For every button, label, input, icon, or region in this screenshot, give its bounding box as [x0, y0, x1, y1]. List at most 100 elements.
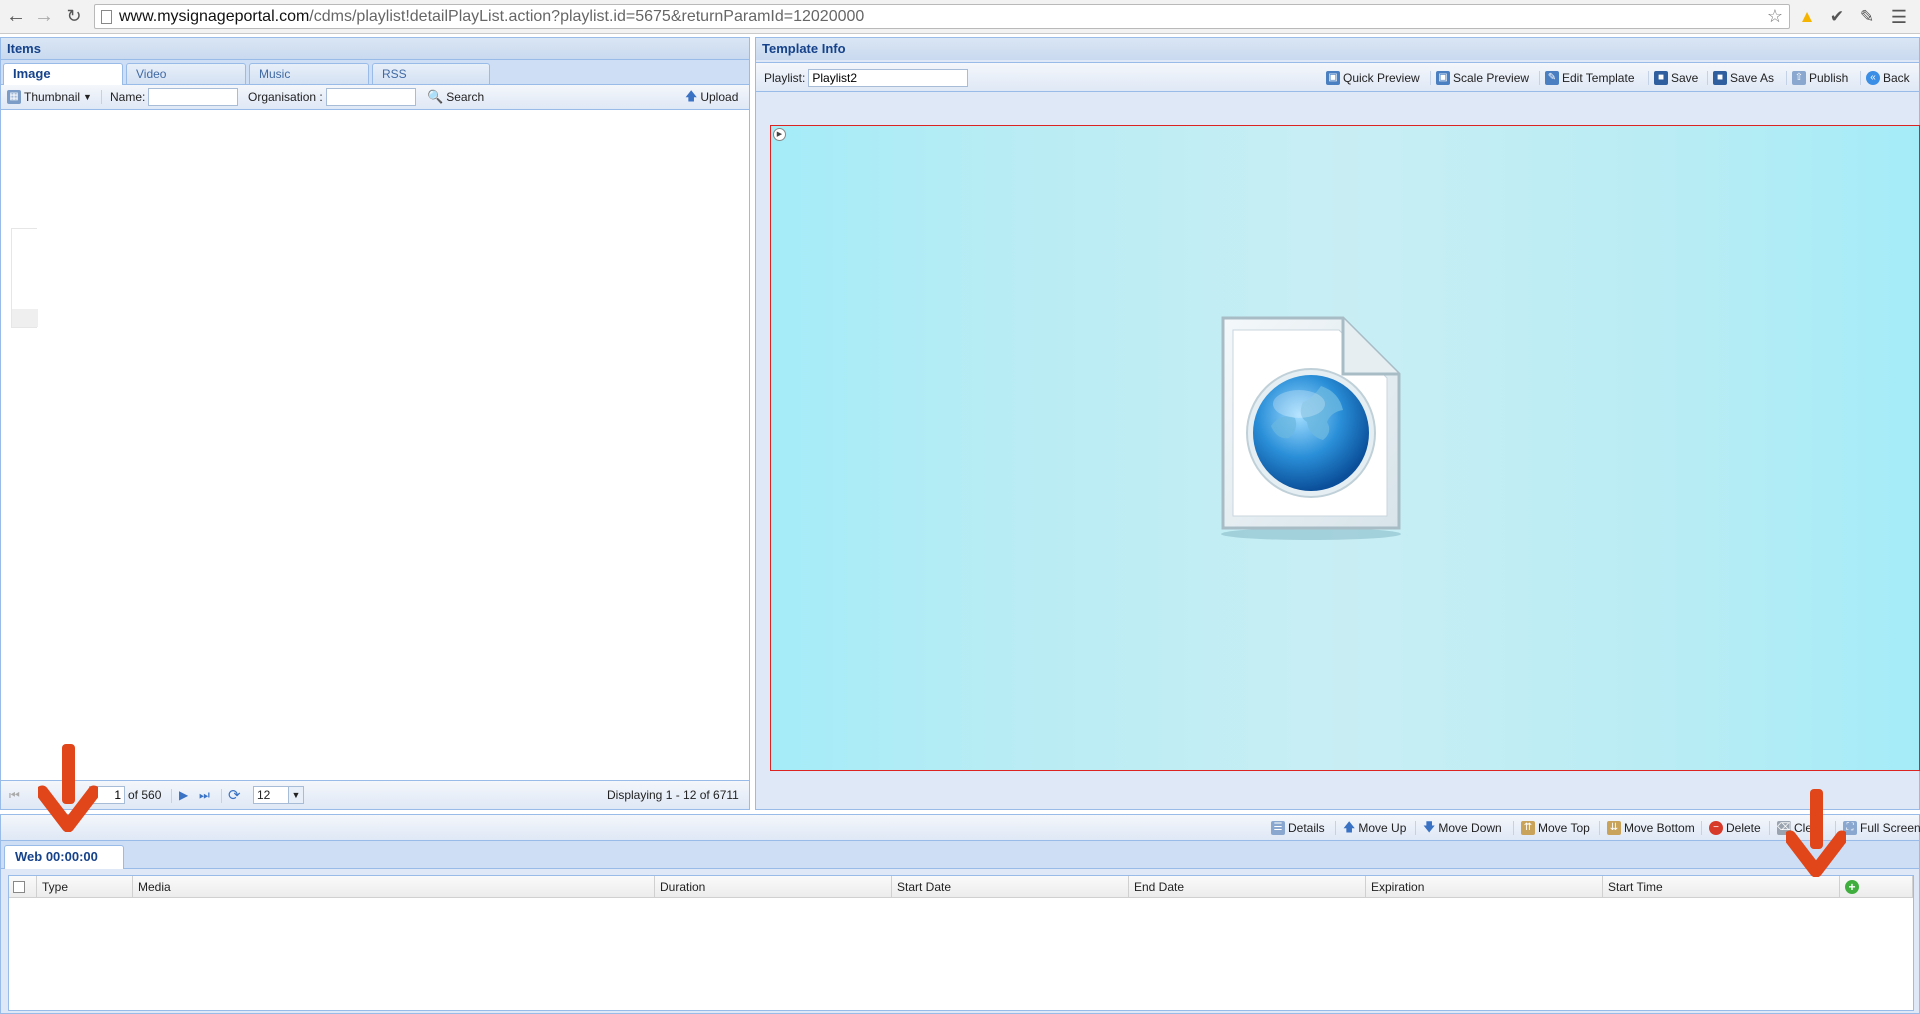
scale-preview-button[interactable]: ▣ Scale Preview	[1436, 66, 1529, 90]
extension-tool-icon[interactable]: ✎	[1856, 6, 1878, 28]
address-bar[interactable]: www.mysignageportal.com/cdms/playlist!de…	[94, 4, 1790, 29]
toolbar-separator	[1786, 71, 1787, 85]
move-bottom-button[interactable]: ⇊ Move Bottom	[1607, 816, 1695, 840]
toolbar-separator	[1648, 71, 1649, 85]
column-start-time[interactable]: Start Time	[1603, 876, 1840, 898]
toolbar-separator	[1599, 821, 1600, 835]
page-icon	[101, 10, 112, 24]
save-as-disk-icon: ■	[1713, 71, 1727, 85]
playlist-name-input[interactable]	[808, 69, 969, 87]
delete-icon: −	[1709, 821, 1723, 835]
playlist-toolbar: ☰ Details 🡅 Move Up 🡇 Move Down ⇈ Move T…	[1, 815, 1920, 841]
extension-check-icon[interactable]: ✔	[1826, 6, 1848, 28]
template-info-title: Template Info	[756, 38, 1919, 60]
column-type[interactable]: Type	[37, 876, 133, 898]
edit-template-button[interactable]: ✎ Edit Template	[1545, 66, 1635, 90]
quick-preview-label: Quick Preview	[1343, 71, 1420, 85]
page-number-field: of 560	[89, 783, 161, 807]
last-page-icon[interactable]: ⏭	[199, 783, 210, 807]
upload-button[interactable]: 🡅 Upload	[685, 85, 738, 109]
playlist-label: Playlist:	[764, 71, 806, 85]
preview-icon: ▣	[1326, 71, 1340, 85]
scale-preview-icon: ▣	[1436, 71, 1450, 85]
first-page-icon[interactable]: ⏮	[9, 783, 20, 807]
next-page-icon[interactable]: ▶	[179, 783, 188, 807]
name-filter-input[interactable]	[148, 88, 239, 106]
toolbar-separator	[1539, 71, 1540, 85]
page-size-value: 12	[253, 786, 289, 804]
column-start-date[interactable]: Start Date	[892, 876, 1129, 898]
items-pager: ⏮ of 560 ▶ ⏭ ⟳ 12 ▼ Displaying 1 - 12 of…	[1, 780, 749, 809]
organisation-filter: Organisation :	[248, 85, 416, 109]
page-size-select[interactable]: 12 ▼	[253, 783, 304, 807]
back-icon[interactable]: ←	[4, 4, 28, 28]
play-icon[interactable]: ▶	[773, 128, 786, 141]
save-as-button[interactable]: ■ Save As	[1713, 66, 1774, 90]
add-row-icon[interactable]: +	[1845, 879, 1859, 894]
toolbar-separator	[1701, 821, 1702, 835]
display-count-text: Displaying 1 - 12 of 6711	[607, 788, 739, 802]
back-label: Back	[1883, 71, 1910, 85]
upload-label: Upload	[700, 90, 739, 104]
zone-tabs: Web 00:00:00	[1, 841, 1919, 869]
publish-button[interactable]: ⇧ Publish	[1792, 66, 1848, 90]
select-all-checkbox[interactable]	[13, 880, 25, 893]
annotation-arrow-right	[1783, 787, 1849, 878]
search-icon: 🔍	[427, 89, 444, 104]
column-media[interactable]: Media	[133, 876, 655, 898]
publish-icon: ⇧	[1792, 71, 1806, 85]
column-expiration[interactable]: Expiration	[1366, 876, 1603, 898]
toolbar-separator	[101, 90, 102, 104]
reload-icon[interactable]: ↻	[62, 4, 86, 28]
move-down-icon: 🡇	[1423, 819, 1436, 834]
move-top-button[interactable]: ⇈ Move Top	[1521, 816, 1590, 840]
view-mode-button[interactable]: ▦ Thumbnail ▼	[7, 85, 92, 109]
tab-web-zone[interactable]: Web 00:00:00	[4, 845, 124, 869]
column-duration[interactable]: Duration	[655, 876, 892, 898]
delete-label: Delete	[1726, 821, 1761, 835]
move-top-icon: ⇈	[1521, 821, 1535, 835]
toolbar-separator	[1860, 71, 1861, 85]
toolbar-separator	[1335, 821, 1336, 835]
quick-preview-button[interactable]: ▣ Quick Preview	[1326, 66, 1420, 90]
toolbar-separator	[1430, 71, 1431, 85]
forward-icon[interactable]: →	[32, 4, 56, 28]
bookmark-star-icon[interactable]: ☆	[1767, 5, 1783, 28]
view-mode-label: Thumbnail	[24, 90, 81, 104]
refresh-icon[interactable]: ⟳	[228, 783, 241, 807]
full-screen-button[interactable]: ⛶ Full Screen	[1843, 816, 1920, 840]
move-down-button[interactable]: 🡇 Move Down	[1423, 816, 1502, 840]
move-up-button[interactable]: 🡅 Move Up	[1343, 816, 1406, 840]
search-label: Search	[446, 90, 485, 104]
tab-rss[interactable]: RSS	[372, 63, 490, 84]
menu-icon[interactable]: ☰	[1888, 6, 1910, 28]
template-preview-area[interactable]: ▶	[770, 125, 1920, 771]
move-down-label: Move Down	[1438, 821, 1502, 835]
tab-video[interactable]: Video	[126, 63, 246, 84]
items-panel-title: Items	[1, 38, 749, 60]
organisation-filter-input[interactable]	[325, 88, 416, 106]
name-filter-label: Name:	[110, 90, 146, 104]
add-row-cell: +	[1840, 876, 1913, 898]
url-path: /cdms/playlist!detailPlayList.action?pla…	[309, 8, 865, 25]
details-icon: ☰	[1271, 821, 1285, 835]
publish-label: Publish	[1809, 71, 1849, 85]
scale-preview-label: Scale Preview	[1453, 71, 1530, 85]
playlist-grid: Type Media Duration Start Date End Date …	[8, 875, 1914, 1011]
move-up-label: Move Up	[1358, 821, 1407, 835]
column-end-date[interactable]: End Date	[1129, 876, 1366, 898]
tab-image[interactable]: Image	[3, 63, 123, 85]
delete-button[interactable]: − Delete	[1709, 816, 1761, 840]
toolbar-separator	[1769, 821, 1770, 835]
save-button[interactable]: ■ Save	[1654, 66, 1698, 90]
playlist-zone-panel: ☰ Details 🡅 Move Up 🡇 Move Down ⇈ Move T…	[0, 814, 1920, 1014]
back-button[interactable]: « Back	[1866, 66, 1910, 90]
save-disk-icon: ■	[1654, 71, 1668, 85]
edit-template-icon: ✎	[1545, 71, 1559, 85]
extension-bell-icon[interactable]: ▲	[1796, 6, 1818, 28]
pager-separator	[171, 789, 172, 803]
search-button[interactable]: 🔍 Search	[427, 85, 484, 109]
toolbar-separator	[1415, 821, 1416, 835]
tab-music[interactable]: Music	[249, 63, 369, 84]
details-button[interactable]: ☰ Details	[1271, 816, 1325, 840]
